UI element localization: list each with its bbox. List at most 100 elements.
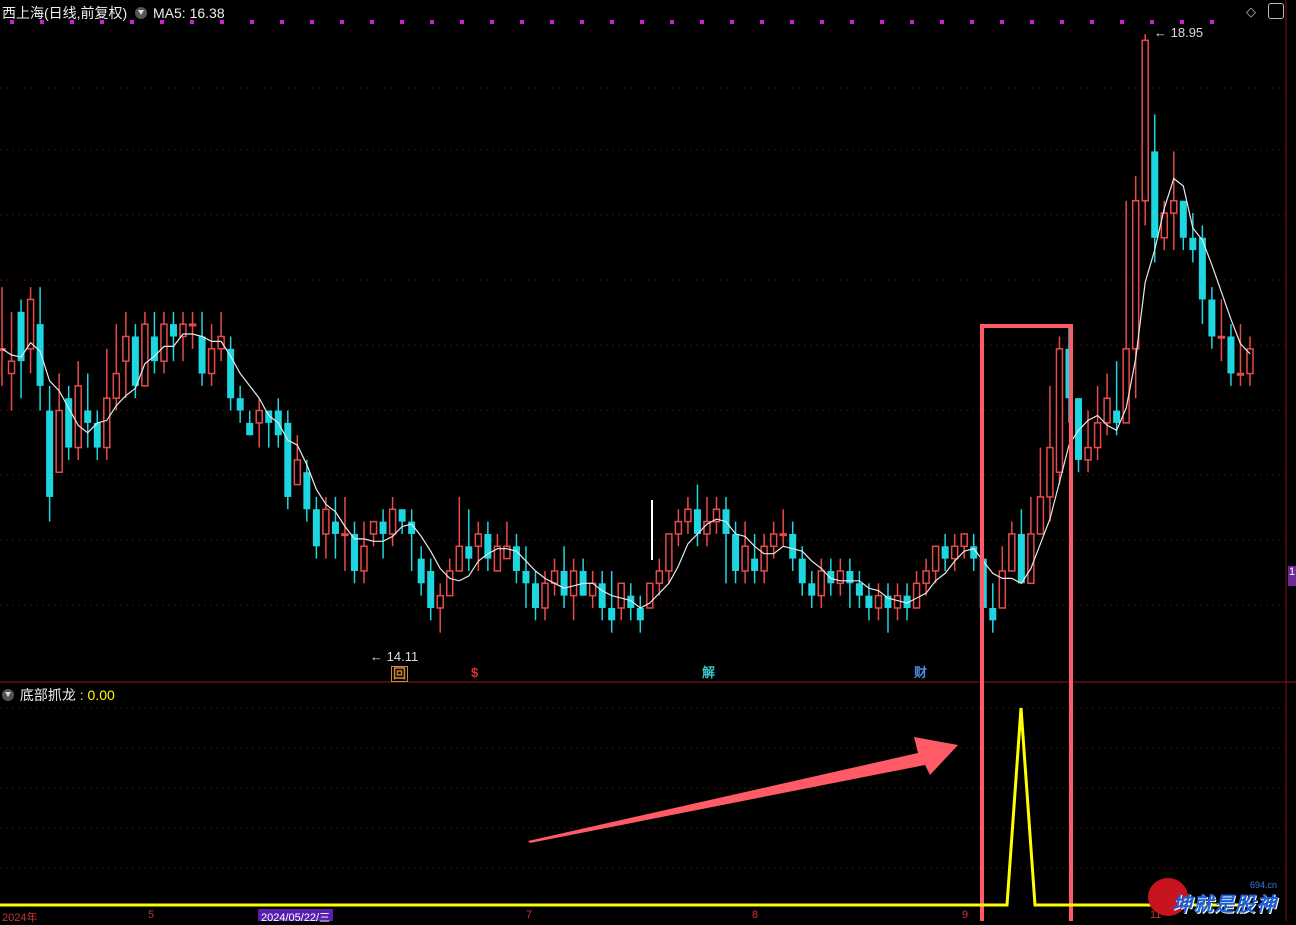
indicator-value: : 0.00 (79, 687, 115, 703)
candle-body (1113, 410, 1121, 423)
candle-body (732, 533, 740, 571)
indicator-name[interactable]: 底部抓龙 (20, 687, 76, 703)
candle-body (169, 324, 177, 337)
candle-body (379, 521, 387, 534)
candle-body (322, 508, 330, 535)
candle-body (531, 583, 539, 608)
candle-body (369, 520, 378, 535)
candle-body (55, 409, 63, 473)
candle-body (751, 558, 759, 571)
signal-dot (940, 20, 944, 24)
candle-body (541, 582, 549, 609)
candle-body (769, 533, 778, 548)
dropdown-icon[interactable] (135, 7, 148, 19)
candle-body (998, 570, 1007, 609)
candle-body (1017, 533, 1025, 584)
candle-body (636, 607, 644, 621)
candle-body (827, 570, 835, 584)
indicator-chart[interactable] (0, 683, 1296, 921)
candle-body (789, 533, 797, 559)
signal-dot (1120, 20, 1124, 24)
signal-dot (1000, 20, 1004, 24)
candle-body (46, 410, 54, 497)
candle-body (836, 570, 845, 585)
candle-body (684, 508, 692, 523)
candle-body (617, 582, 625, 609)
candle-body (26, 298, 35, 350)
candle-body (1141, 39, 1149, 202)
xaxis-year: 2024年 (2, 912, 38, 924)
diamond-icon[interactable]: ◇ (1246, 4, 1256, 20)
right-edge-tag: 1 (1288, 566, 1296, 586)
candle-body (427, 570, 435, 608)
candle-body (74, 385, 82, 449)
event-marker-jie[interactable]: 解 (702, 666, 715, 680)
signal-dot (640, 20, 644, 24)
event-marker-dollar[interactable]: $ (471, 666, 478, 680)
candle-body (188, 323, 197, 327)
dropdown-icon[interactable] (2, 689, 14, 701)
stock-title[interactable]: 西上海(日线,前复权) (2, 5, 127, 21)
candle-body (331, 521, 339, 534)
candle-body (360, 545, 368, 572)
signal-dot (520, 20, 524, 24)
candle-body (1055, 348, 1064, 473)
candle-body (1027, 533, 1035, 585)
candle-body (817, 570, 826, 597)
signal-dot (610, 20, 614, 24)
watermark-sub: 694.cn (1250, 880, 1278, 890)
signal-dot (820, 20, 824, 24)
candle-body (922, 570, 930, 585)
candle-body (741, 545, 749, 572)
candle-body (293, 459, 302, 486)
signal-dot (280, 20, 284, 24)
signal-dot (340, 20, 344, 24)
candle-body (7, 360, 16, 375)
candle-body (865, 595, 873, 608)
candle-body (874, 594, 883, 609)
candle-body (1236, 372, 1245, 376)
event-marker-cai[interactable]: 财 (914, 666, 927, 680)
candle-body (1179, 200, 1187, 238)
price-chart[interactable] (0, 0, 1296, 683)
candle-body (112, 372, 121, 399)
candle-body (303, 472, 311, 510)
candle-body (207, 348, 216, 375)
candle-body (693, 509, 701, 534)
signal-dot (910, 20, 914, 24)
candle-body (436, 594, 444, 609)
candle-body (465, 546, 473, 559)
candle-body (1227, 336, 1235, 374)
signal-dot (550, 20, 554, 24)
candle-body (312, 509, 320, 547)
signal-dot (400, 20, 404, 24)
candle-body (560, 570, 568, 596)
candle-body (65, 398, 73, 448)
candle-body (1046, 446, 1054, 498)
candle-body (84, 410, 92, 423)
candle-body (989, 607, 997, 621)
candle-body (93, 422, 101, 448)
candle-body (960, 533, 968, 548)
candle-body (398, 509, 406, 522)
candle-body (779, 533, 787, 537)
candle-body (1246, 348, 1254, 375)
signal-dot (790, 20, 794, 24)
xaxis-month: 7 (526, 909, 533, 921)
candle-body (474, 533, 483, 548)
candle-body (1131, 200, 1140, 350)
candle-body (550, 570, 559, 585)
signal-dot (700, 20, 704, 24)
ma-legend: MA5: 16.38 (153, 5, 225, 21)
signal-dot (850, 20, 854, 24)
event-marker-hui[interactable]: 回 (391, 666, 409, 682)
indicator-line (0, 707, 1250, 907)
candle-body (655, 570, 664, 585)
candle-body (912, 582, 921, 609)
candle-body (141, 323, 149, 387)
candle-body (160, 323, 168, 362)
watermark-text: 坤就是股神 (1172, 894, 1277, 916)
window-toggle-icon[interactable] (1268, 3, 1284, 19)
signal-dot (1060, 20, 1064, 24)
candle-body (798, 558, 806, 584)
